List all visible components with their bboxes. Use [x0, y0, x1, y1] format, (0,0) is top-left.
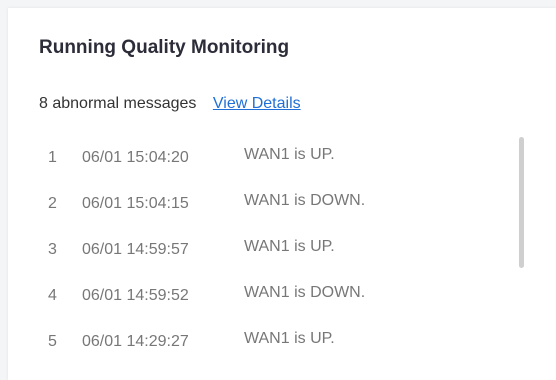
row-index: 3: [48, 241, 57, 258]
row-message: WAN1 is UP.: [244, 238, 335, 255]
row-message: WAN1 is DOWN.: [244, 192, 366, 209]
message-row: 1 06/01 15:04:20 WAN1 is UP.: [39, 136, 509, 182]
view-details-link[interactable]: View Details: [213, 95, 301, 112]
row-timestamp: 06/01 14:59:57: [82, 241, 189, 258]
row-timestamp: 06/01 14:59:52: [82, 287, 189, 304]
abnormal-summary: 8 abnormal messages View Details: [39, 95, 301, 113]
row-timestamp: 06/01 15:04:20: [82, 149, 189, 166]
row-index: 4: [48, 287, 57, 304]
message-row: 3 06/01 14:59:57 WAN1 is UP.: [39, 228, 509, 274]
message-row: 4 06/01 14:59:52 WAN1 is DOWN.: [39, 274, 509, 320]
row-index: 5: [48, 333, 57, 350]
message-row: 5 06/01 14:29:27 WAN1 is UP.: [39, 320, 509, 366]
list-scrollbar[interactable]: [519, 137, 524, 268]
message-row: 2 06/01 15:04:15 WAN1 is DOWN.: [39, 182, 509, 228]
row-index: 1: [48, 149, 57, 166]
row-timestamp: 06/01 15:04:15: [82, 195, 189, 212]
card-title: Running Quality Monitoring: [39, 37, 290, 58]
row-message: WAN1 is UP.: [244, 146, 335, 163]
abnormal-count-text: 8 abnormal messages: [39, 95, 197, 112]
row-timestamp: 06/01 14:29:27: [82, 333, 189, 350]
message-list[interactable]: 1 06/01 15:04:20 WAN1 is UP. 2 06/01 15:…: [39, 136, 509, 380]
row-message: WAN1 is UP.: [244, 330, 335, 347]
row-index: 2: [48, 195, 57, 212]
running-quality-card: Running Quality Monitoring 8 abnormal me…: [8, 8, 556, 380]
row-message: WAN1 is DOWN.: [244, 284, 366, 301]
